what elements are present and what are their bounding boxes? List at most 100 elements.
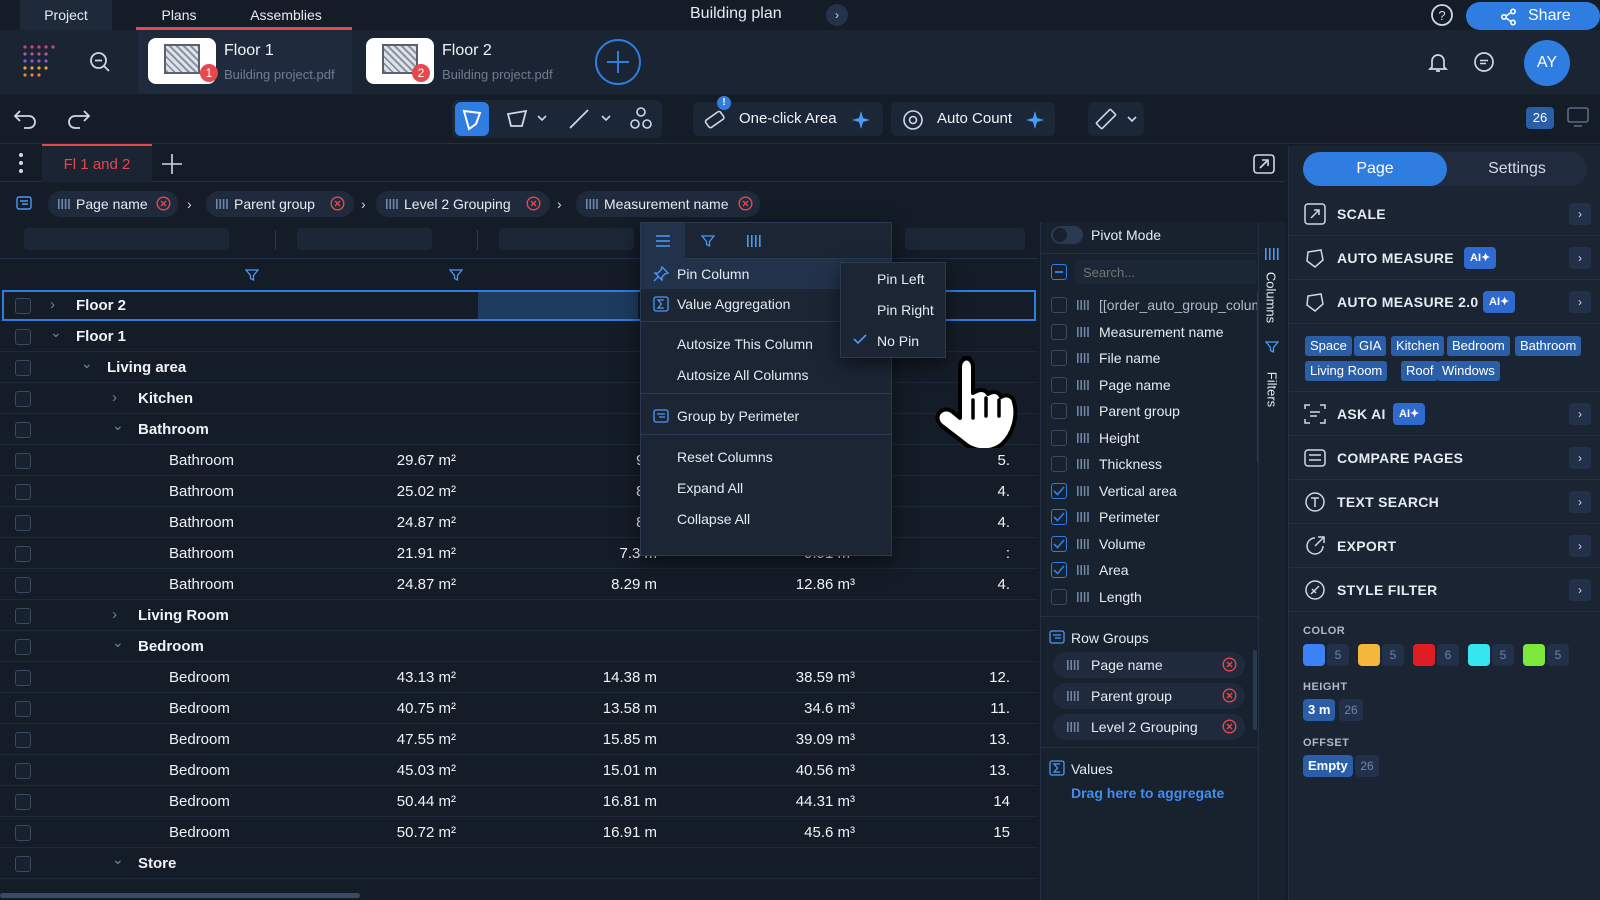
remove-icon[interactable] (738, 196, 753, 211)
chevron-down-icon[interactable]: ⌄ (50, 324, 62, 341)
row-group-chip-level-2-grouping[interactable]: Level 2 Grouping (376, 191, 550, 217)
add-grid-tab-button[interactable] (160, 152, 184, 176)
monitor-icon[interactable] (1566, 106, 1590, 128)
panel-item-text-search[interactable]: TEXT SEARCH › (1289, 480, 1600, 524)
polygon-tool-button[interactable] (455, 102, 489, 136)
tab-page[interactable]: Page (1303, 152, 1447, 186)
table-row[interactable]: ⌄ Bedroom (0, 631, 1038, 662)
panel-item-auto-measure-2[interactable]: AUTO MEASURE 2.0 AI✦ › (1289, 280, 1600, 324)
menu-tab-columns[interactable] (733, 223, 777, 259)
column-checkbox[interactable] (1051, 482, 1067, 499)
color-swatch[interactable] (1413, 644, 1435, 666)
tab-plans[interactable]: Plans (136, 0, 222, 30)
row-checkbox[interactable] (15, 825, 31, 841)
tag-roof[interactable]: Roof (1401, 361, 1439, 381)
row-checkbox[interactable] (15, 422, 31, 438)
one-click-area-button[interactable]: ! One-click Area (693, 96, 883, 136)
submenu-pin-right[interactable]: Pin Right (877, 302, 934, 318)
more-vertical-icon[interactable] (18, 152, 24, 174)
column-toggle-item[interactable]: Measurement name (1047, 319, 1257, 345)
chevron-down-icon[interactable]: ⌄ (112, 634, 124, 651)
row-checkbox[interactable] (15, 732, 31, 748)
row-checkbox[interactable] (15, 608, 31, 624)
remove-icon[interactable] (526, 196, 541, 211)
menu-item-expand-all[interactable]: Expand All (641, 473, 891, 503)
tab-assemblies[interactable]: Assemblies (222, 0, 350, 30)
row-checkbox[interactable] (15, 670, 31, 686)
column-checkbox[interactable] (1051, 297, 1067, 313)
help-icon[interactable]: ? (1430, 3, 1454, 27)
perimeter-filter-input[interactable] (499, 228, 634, 250)
menu-item-group-by-perimeter[interactable]: Group by Perimeter (641, 401, 891, 431)
count-tool-button[interactable] (624, 102, 658, 136)
redo-icon[interactable] (64, 106, 92, 130)
pivot-mode-toggle[interactable] (1051, 226, 1083, 244)
row-checkbox[interactable] (15, 453, 31, 469)
column-checkbox[interactable] (1051, 456, 1067, 472)
table-row[interactable]: Bedroom 47.55 m² 15.85 m 39.09 m³ 13. (0, 724, 1038, 755)
tag-windows[interactable]: Windows (1437, 361, 1500, 381)
area-filter-input[interactable] (905, 228, 1025, 250)
column-toggle-item[interactable]: Area (1047, 557, 1257, 583)
table-row[interactable]: Bedroom 50.72 m² 16.91 m 45.6 m³ 15 (0, 817, 1038, 848)
panel-item-ask-ai[interactable]: ASK AI AI✦ › (1289, 392, 1600, 436)
row-checkbox[interactable] (15, 360, 31, 376)
row-checkbox[interactable] (15, 391, 31, 407)
tag-bathroom[interactable]: Bathroom (1515, 336, 1582, 356)
tag-kitchen[interactable]: Kitchen (1391, 336, 1445, 356)
row-group-item[interactable]: Level 2 Grouping (1053, 714, 1245, 740)
undo-icon[interactable] (12, 106, 40, 130)
menu-item-collapse-all[interactable]: Collapse All (641, 504, 891, 534)
table-row[interactable]: Bedroom 43.13 m² 14.38 m 38.59 m³ 12. (0, 662, 1038, 693)
row-checkbox[interactable] (15, 639, 31, 655)
color-swatch[interactable] (1358, 644, 1380, 666)
row-group-item[interactable]: Parent group (1053, 683, 1245, 709)
chevron-right-icon[interactable]: › (50, 296, 55, 313)
column-toggle-item[interactable]: File name (1047, 345, 1257, 371)
app-logo-icon[interactable] (22, 44, 56, 78)
column-toggle-item[interactable]: Volume (1047, 531, 1257, 557)
column-toggle-item[interactable]: [[order_auto_group_colum (1047, 292, 1263, 318)
vertical-area-filter-input[interactable] (297, 228, 432, 250)
row-checkbox[interactable] (15, 546, 31, 562)
group-filter-input[interactable] (24, 228, 229, 250)
column-checkbox[interactable] (1051, 403, 1067, 419)
column-checkbox[interactable] (1051, 535, 1067, 552)
tag-space[interactable]: Space (1305, 336, 1352, 356)
line-tool-button[interactable] (562, 102, 596, 136)
open-external-icon[interactable] (1252, 152, 1276, 176)
page-card-floor-2[interactable]: 2 Floor 2 Building project.pdf (356, 30, 570, 94)
row-checkbox[interactable] (15, 701, 31, 717)
column-toggle-item[interactable]: Vertical area (1047, 478, 1257, 504)
chevron-right-icon[interactable]: › (112, 389, 117, 406)
row-group-item[interactable]: Page name (1053, 652, 1245, 678)
remove-icon[interactable] (330, 196, 345, 211)
chevron-down-icon[interactable]: ⌄ (112, 417, 124, 434)
panel-item-export[interactable]: EXPORT › (1289, 524, 1600, 568)
share-button[interactable]: Share (1466, 2, 1600, 30)
zoom-search-icon[interactable] (88, 50, 112, 74)
tag-living-room[interactable]: Living Room (1305, 361, 1388, 381)
bell-icon[interactable] (1426, 50, 1450, 74)
chevron-right-icon[interactable]: › (112, 606, 117, 623)
row-checkbox[interactable] (15, 794, 31, 810)
remove-icon[interactable] (1222, 688, 1237, 703)
chat-icon[interactable] (1472, 50, 1496, 74)
area-tool-button[interactable] (500, 102, 534, 136)
panel-item-compare-pages[interactable]: COMPARE PAGES › (1289, 436, 1600, 480)
menu-item-reset-columns[interactable]: Reset Columns (641, 442, 891, 472)
auto-count-button[interactable]: Auto Count (891, 102, 1055, 136)
menu-tab-general[interactable] (641, 223, 685, 259)
horizontal-scrollbar[interactable] (0, 893, 360, 898)
row-checkbox[interactable] (15, 298, 31, 314)
side-tab-filters[interactable]: Filters (1265, 365, 1280, 415)
values-drop-hint[interactable]: Drag here to aggregate (1071, 785, 1224, 801)
table-row[interactable]: Bedroom 45.03 m² 15.01 m 40.56 m³ 13. (0, 755, 1038, 786)
color-swatch[interactable] (1303, 644, 1325, 666)
row-checkbox[interactable] (15, 856, 31, 872)
remove-icon[interactable] (156, 196, 171, 211)
chevron-down-icon[interactable]: ⌄ (81, 355, 93, 372)
offset-value-pill[interactable]: Empty (1303, 755, 1353, 777)
chevron-down-icon[interactable] (536, 112, 548, 124)
ruler-tool-button[interactable] (1088, 102, 1144, 136)
